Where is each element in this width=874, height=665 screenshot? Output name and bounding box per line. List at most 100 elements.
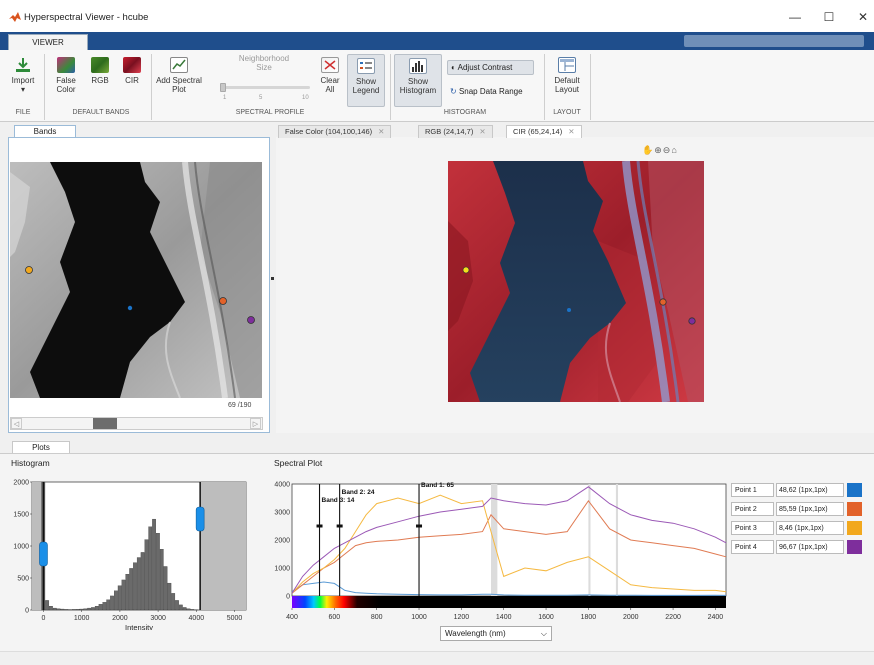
point-row[interactable]: Point 1 48,62 (1px,1px) — [731, 483, 863, 498]
histogram-icon — [409, 58, 427, 74]
neighborhood-slider-handle[interactable] — [220, 83, 226, 92]
histogram-bar — [125, 574, 130, 611]
histogram-bar — [190, 609, 195, 611]
histogram-bar — [91, 607, 95, 611]
histogram-bar — [106, 599, 111, 611]
false-color-button[interactable]: False Color — [50, 57, 82, 94]
histogram-bar — [136, 557, 141, 611]
close-tab-icon[interactable]: ✕ — [378, 127, 384, 136]
histogram-bar — [186, 608, 191, 611]
band-marker-handle[interactable] — [416, 524, 423, 528]
rgb-icon — [91, 57, 109, 73]
status-bar — [0, 651, 874, 665]
point-1-marker[interactable] — [127, 305, 133, 311]
histogram-bar — [178, 604, 183, 611]
show-legend-button[interactable]: Show Legend — [347, 54, 385, 107]
clear-all-label-2: All — [325, 85, 335, 94]
panel-splitter[interactable] — [271, 277, 274, 280]
cir-button[interactable]: CIR — [118, 57, 146, 85]
y-tick-label: 4000 — [274, 482, 290, 489]
tab-rgb-label: RGB (24,14,7) — [425, 127, 474, 136]
point-3-marker[interactable] — [462, 266, 470, 274]
tab-rgb[interactable]: RGB (24,14,7) ✕ — [418, 125, 493, 138]
show-histogram-label-2: Histogram — [399, 86, 437, 95]
tab-viewer[interactable]: VIEWER — [8, 34, 88, 51]
tab-cir[interactable]: CIR (65,24,14) ✕ — [506, 125, 582, 138]
histogram-chart[interactable]: 0 1000 2000 3000 4000 50000500100015002000Int… — [0, 470, 266, 630]
band-marker-label: Band 3: 14 — [322, 497, 355, 504]
point-2-marker[interactable] — [219, 297, 227, 305]
x-axis-units-dropdown[interactable]: Wavelength (nm) ⌵ — [440, 626, 552, 641]
show-legend-label-2: Legend — [352, 86, 380, 95]
pan-icon[interactable]: ✋ — [642, 145, 654, 155]
x-tick-label: 0 — [42, 615, 46, 622]
window-title: Hyperspectral Viewer - hcube — [24, 12, 149, 23]
x-tick-label: 400 — [286, 614, 298, 621]
neighborhood-label-1: Neighborhood — [238, 54, 290, 63]
default-layout-label-1: Default — [554, 76, 580, 85]
point-color-swatch[interactable] — [847, 483, 862, 497]
histogram-upper-handle[interactable] — [195, 506, 205, 532]
band-counter: 69 /190 — [228, 402, 252, 409]
cir-icon — [123, 57, 141, 73]
histogram-bar — [102, 602, 107, 611]
adjust-contrast-button[interactable]: ◐ Adjust Contrast — [447, 60, 534, 75]
quick-access-toolbar[interactable] — [684, 35, 864, 47]
point-1-marker[interactable] — [567, 308, 571, 312]
show-histogram-label-1: Show — [407, 77, 428, 86]
default-layout-label-2: Layout — [554, 85, 580, 94]
group-label-file: FILE — [15, 109, 31, 116]
false-color-icon — [57, 57, 75, 73]
add-spectral-plot-button[interactable]: Add Spectral Plot — [156, 57, 202, 94]
point-row[interactable]: Point 2 85,59 (1px,1px) — [731, 502, 863, 517]
default-layout-button[interactable]: Default Layout — [550, 57, 584, 94]
band-image[interactable] — [10, 162, 262, 398]
neighborhood-size-slider[interactable] — [222, 86, 310, 89]
band-scrollbar[interactable] — [10, 417, 263, 430]
point-row[interactable]: Point 4 96,67 (1px,1px) — [731, 540, 863, 555]
zoom-in-icon[interactable]: ⊕ — [654, 145, 663, 155]
point-value: 96,67 (1px,1px) — [776, 540, 844, 554]
show-histogram-button[interactable]: Show Histogram — [394, 54, 442, 107]
add-spectral-plot-label-1: Add Spectral — [156, 76, 202, 85]
band-marker-handle[interactable] — [316, 524, 323, 528]
band-scroll-right-icon[interactable]: ▷ — [250, 418, 261, 429]
close-tab-icon[interactable]: ✕ — [479, 127, 485, 136]
point-color-swatch[interactable] — [847, 540, 862, 554]
tab-false-color[interactable]: False Color (104,100,146) ✕ — [278, 125, 392, 138]
point-color-swatch[interactable] — [847, 502, 862, 516]
ribbon-separator — [590, 54, 591, 120]
minimize-button[interactable]: — — [782, 8, 808, 26]
histogram-bar — [152, 518, 156, 611]
import-button[interactable]: Import ▾ — [6, 57, 40, 94]
histogram-xlabel: Intensity — [125, 623, 153, 630]
close-button[interactable]: ✕ — [850, 8, 874, 26]
histogram-bar — [148, 526, 153, 611]
point-4-marker[interactable] — [688, 317, 696, 325]
snap-data-range-button[interactable]: ↻ Snap Data Range — [450, 85, 540, 99]
cir-image[interactable] — [448, 161, 704, 402]
point-row[interactable]: Point 3 8,46 (1px,1px) — [731, 521, 863, 536]
absorption-band — [615, 484, 619, 596]
point-name: Point 1 — [731, 483, 774, 497]
band-scroll-thumb[interactable] — [93, 418, 117, 429]
home-icon[interactable]: ⌂ — [671, 145, 677, 155]
close-tab-icon[interactable]: ✕ — [568, 127, 574, 136]
point-color-swatch[interactable] — [847, 521, 862, 535]
point-3-marker[interactable] — [25, 266, 33, 274]
clear-all-button[interactable]: Clear All — [317, 57, 343, 94]
histogram-lower-handle[interactable] — [39, 541, 48, 567]
x-tick-label: 1600 — [538, 614, 554, 621]
point-4-marker[interactable] — [247, 316, 255, 324]
maximize-button[interactable]: ☐ — [816, 8, 842, 26]
spectral-plot-chart[interactable]: Band 3: 14Band 2: 24 Band 1: 65 400 600 800 1… — [270, 470, 730, 626]
band-marker-handle[interactable] — [336, 524, 343, 528]
y-tick-label: 1000 — [13, 544, 29, 551]
band-scroll-left-icon[interactable]: ◁ — [11, 418, 22, 429]
neighborhood-tick-5: 5 — [259, 95, 263, 101]
histogram-bar — [60, 608, 65, 611]
rgb-button[interactable]: RGB — [86, 57, 114, 85]
histogram-bar — [144, 539, 149, 611]
group-label-layout: LAYOUT — [553, 109, 581, 116]
point-2-marker[interactable] — [659, 298, 667, 306]
